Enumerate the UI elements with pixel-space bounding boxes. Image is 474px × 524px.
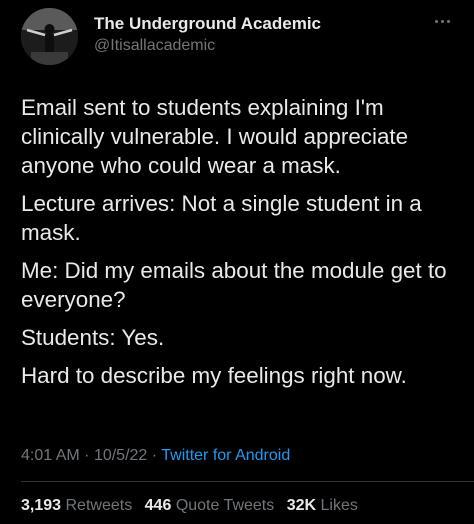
likes-count: 32K bbox=[286, 497, 317, 514]
likes-label: Likes bbox=[320, 497, 358, 514]
separator: · bbox=[151, 447, 158, 464]
dot bbox=[446, 19, 450, 23]
tweet-metadata: 4:01 AM · 10/5/22 · Twitter for Android bbox=[21, 447, 290, 465]
dot bbox=[434, 19, 438, 23]
likes-stat[interactable]: 32K Likes bbox=[287, 497, 358, 514]
divider bbox=[21, 481, 474, 482]
tweet-text: Email sent to students explaining I'm cl… bbox=[21, 93, 461, 399]
profile-photo-icon bbox=[21, 8, 78, 65]
quote-tweets-label: Quote Tweets bbox=[175, 497, 275, 514]
dot bbox=[440, 19, 444, 23]
tweet-source-link[interactable]: Twitter for Android bbox=[161, 447, 290, 464]
tweet-paragraph: Hard to describe my feelings right now. bbox=[21, 363, 407, 388]
avatar[interactable] bbox=[21, 8, 78, 65]
retweets-count: 3,193 bbox=[21, 497, 62, 514]
tweet-date[interactable]: 10/5/22 bbox=[94, 447, 147, 464]
quote-tweets-stat[interactable]: 446 Quote Tweets bbox=[145, 497, 275, 514]
tweet: The Underground Academic @Itisallacademi… bbox=[0, 0, 474, 524]
tweet-stats: 3,193 Retweets 446 Quote Tweets 32K Like… bbox=[21, 497, 366, 515]
more-options-icon[interactable] bbox=[428, 12, 456, 30]
retweets-stat[interactable]: 3,193 Retweets bbox=[21, 497, 132, 514]
tweet-paragraph: Lecture arrives: Not a single student in… bbox=[21, 191, 422, 245]
tweet-paragraph: Me: Did my emails about the module get t… bbox=[21, 258, 447, 312]
tweet-time[interactable]: 4:01 AM bbox=[21, 447, 80, 464]
quote-tweets-count: 446 bbox=[144, 497, 172, 514]
tweet-paragraph: Email sent to students explaining I'm cl… bbox=[21, 95, 409, 178]
tweet-paragraph: Students: Yes. bbox=[21, 325, 165, 350]
author-display-name[interactable]: The Underground Academic bbox=[94, 14, 321, 34]
retweets-label: Retweets bbox=[65, 497, 133, 514]
author-handle[interactable]: @Itisallacademic bbox=[94, 37, 215, 55]
separator: · bbox=[84, 447, 90, 464]
